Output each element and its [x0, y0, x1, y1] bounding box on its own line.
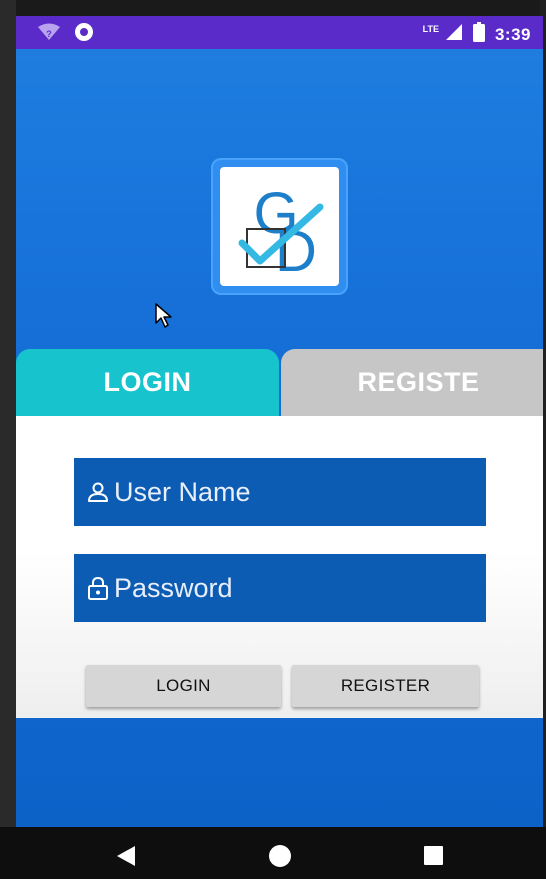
password-input[interactable]: [114, 572, 474, 604]
logo-tile: G D: [220, 167, 339, 286]
app-logo: G D: [211, 158, 348, 295]
status-bar: ? LTE 3:39: [16, 16, 543, 49]
battery-icon: [472, 22, 485, 47]
lock-icon: [86, 576, 110, 600]
system-navigation-bar: [0, 827, 546, 879]
network-type-label: LTE: [422, 23, 439, 34]
device-bezel-left: [0, 0, 16, 879]
login-button[interactable]: LOGIN: [86, 665, 281, 707]
password-field[interactable]: [74, 554, 486, 622]
username-input[interactable]: [114, 476, 474, 508]
back-icon[interactable]: [116, 845, 136, 872]
user-icon: [86, 480, 110, 504]
gd-checkmark-logo-icon: G D: [238, 181, 324, 284]
auth-tabs: LOGIN REGISTE: [16, 349, 543, 416]
wifi-question-icon: ?: [38, 23, 60, 46]
status-time: 3:39: [494, 24, 531, 44]
recents-icon[interactable]: [424, 846, 443, 865]
svg-text:?: ?: [46, 29, 52, 39]
notification-circle-icon: [74, 22, 94, 47]
mouse-cursor-icon: [155, 303, 173, 334]
tab-login[interactable]: LOGIN: [16, 349, 279, 416]
home-icon[interactable]: [269, 845, 291, 867]
cell-signal-icon: [445, 23, 463, 46]
register-button[interactable]: REGISTER: [292, 665, 479, 707]
tab-register[interactable]: REGISTE: [281, 349, 543, 416]
app-screen: ? LTE 3:39 G D LOGIN REGISTE User Name L…: [16, 16, 543, 827]
username-field[interactable]: [74, 458, 486, 526]
